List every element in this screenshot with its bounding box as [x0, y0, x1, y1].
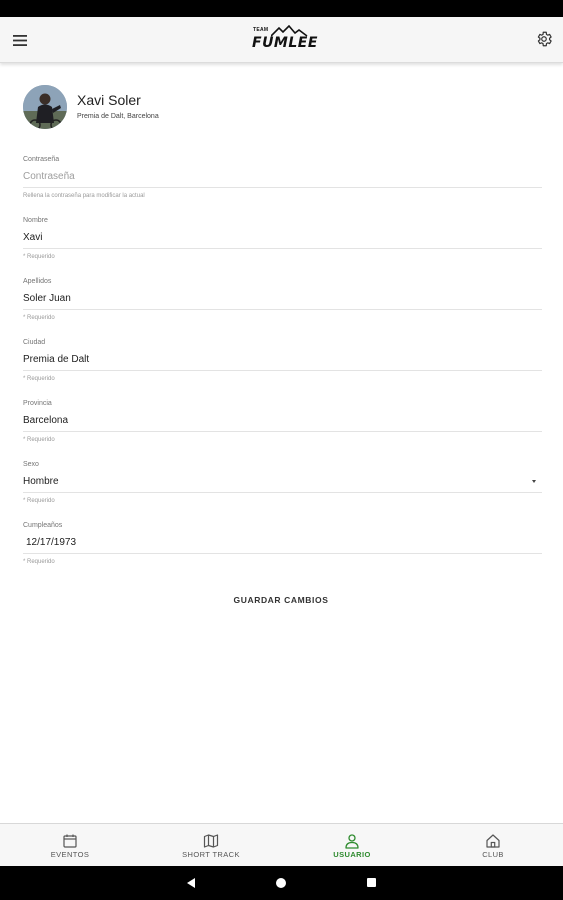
nav-item-club[interactable]: CLUB [423, 824, 563, 867]
nav-label-club: CLUB [482, 850, 504, 859]
provincia-field-group: Provincia Barcelona * Requerido [23, 400, 542, 443]
status-bar [0, 0, 563, 17]
profile-header: Xavi Soler Premia de Dalt, Barcelona [23, 85, 543, 131]
logo-team-text: TEAM [253, 27, 269, 33]
app-logo: TEAM FUMLEE [252, 24, 317, 56]
password-input[interactable]: Contraseña [23, 166, 542, 188]
nombre-field-group: Nombre Xavi * Requerido [23, 217, 542, 260]
dropdown-arrow-icon [532, 480, 536, 483]
app-bar: TEAM FUMLEE [0, 17, 563, 63]
cumpleanos-required-hint: * Requerido [23, 559, 55, 565]
home-icon [486, 834, 500, 848]
profile-name: Xavi Soler [77, 92, 141, 108]
nombre-input[interactable]: Xavi [23, 227, 542, 249]
hamburger-menu-button[interactable] [9, 29, 31, 51]
provincia-required-hint: * Requerido [23, 437, 55, 443]
nombre-label: Nombre [23, 217, 48, 224]
provincia-label: Provincia [23, 400, 52, 407]
password-field-group: Contraseña Contraseña Rellena la contras… [23, 156, 542, 199]
apellidos-field-group: Apellidos Soler Juan * Requerido [23, 278, 542, 321]
recents-icon[interactable] [367, 878, 376, 887]
nav-item-short-track[interactable]: SHORT TRACK [141, 824, 281, 867]
sexo-field-group: Sexo Hombre * Requerido [23, 461, 542, 504]
ciudad-label: Ciudad [23, 339, 46, 346]
provincia-input[interactable]: Barcelona [23, 410, 542, 432]
apellidos-label: Apellidos [23, 278, 52, 285]
ciudad-required-hint: * Requerido [23, 376, 55, 382]
nav-item-usuario[interactable]: USUARIO [282, 824, 422, 867]
save-changes-button[interactable]: GUARDAR CAMBIOS [206, 590, 356, 610]
nombre-required-hint: * Requerido [23, 254, 55, 260]
password-label: Contraseña [23, 156, 60, 163]
cumpleanos-label: Cumpleaños [23, 522, 63, 529]
user-icon [345, 834, 359, 849]
sexo-label: Sexo [23, 461, 39, 468]
settings-button[interactable] [533, 28, 555, 50]
calendar-icon [63, 834, 77, 848]
hamburger-menu-icon [13, 34, 27, 46]
cumpleanos-field-group: Cumpleaños 12/17/1973 * Requerido [23, 522, 542, 565]
nav-label-eventos: EVENTOS [50, 850, 90, 859]
ciudad-input[interactable]: Premia de Dalt [23, 349, 542, 371]
map-icon [203, 834, 219, 848]
bottom-navigation: EVENTOS SHORT TRACK USUARIO CLUB [0, 823, 563, 866]
system-navigation-bar [0, 866, 563, 900]
nav-label-usuario: USUARIO [333, 850, 371, 859]
avatar [23, 85, 67, 129]
logo-brand-text: FUMLEE [252, 35, 318, 51]
profile-location: Premia de Dalt, Barcelona [77, 113, 159, 120]
apellidos-required-hint: * Requerido [23, 315, 55, 321]
apellidos-input[interactable]: Soler Juan [23, 288, 542, 310]
back-icon[interactable] [187, 878, 195, 888]
nav-label-short-track: SHORT TRACK [182, 850, 240, 859]
cumpleanos-input[interactable]: 12/17/1973 [23, 532, 542, 554]
home-circle-icon[interactable] [276, 878, 286, 888]
password-hint: Rellena la contraseña para modificar la … [23, 193, 145, 199]
sexo-selected-value: Hombre [23, 476, 59, 487]
sexo-required-hint: * Requerido [23, 498, 55, 504]
ciudad-field-group: Ciudad Premia de Dalt * Requerido [23, 339, 542, 382]
nav-item-eventos[interactable]: EVENTOS [0, 824, 140, 867]
settings-icon [537, 31, 552, 47]
profile-photo-icon [23, 85, 67, 129]
sexo-select[interactable]: Hombre [23, 471, 542, 493]
